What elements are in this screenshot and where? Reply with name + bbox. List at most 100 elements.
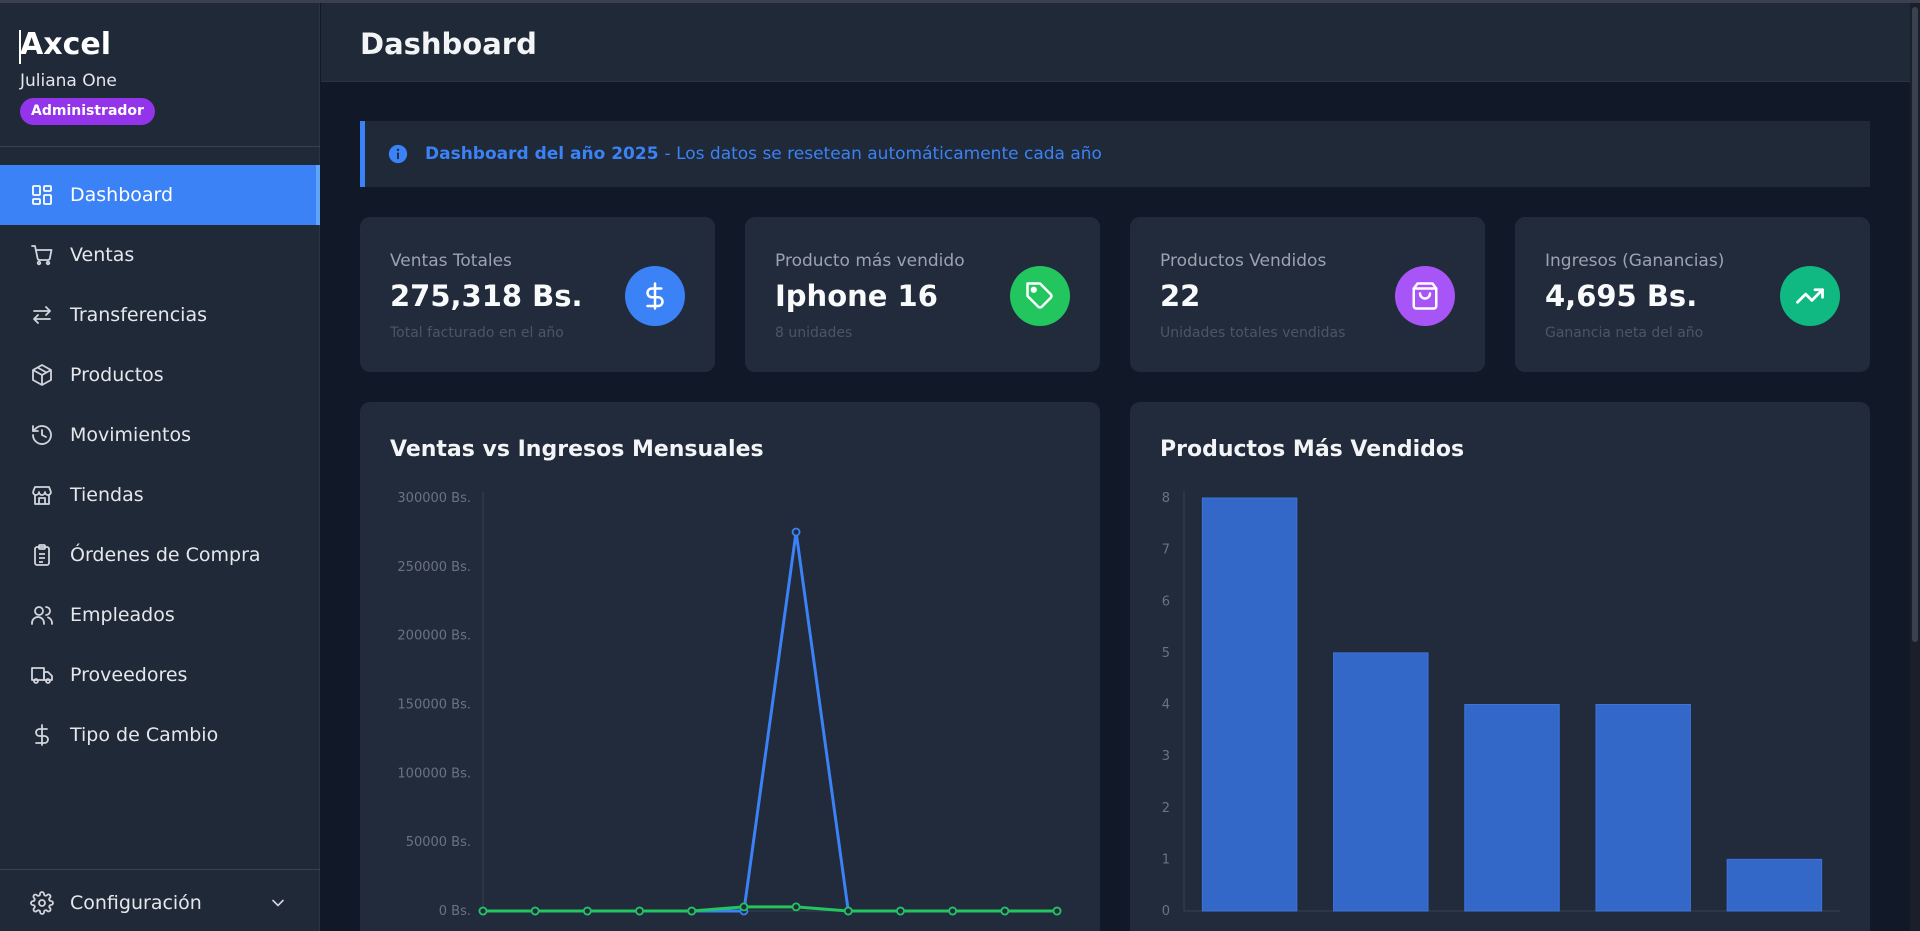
gear-icon — [30, 891, 54, 915]
sidebar-item-label: Órdenes de Compra — [70, 544, 261, 566]
sidebar-item-transferencias[interactable]: Transferencias — [0, 285, 320, 345]
y-tick-label: 1 — [1162, 852, 1170, 867]
grid-icon — [30, 183, 54, 207]
users-icon — [30, 603, 54, 627]
trending-up-icon — [1780, 266, 1840, 326]
sidebar-item-productos[interactable]: Productos — [0, 345, 320, 405]
y-tick-label: 50000 Bs. — [406, 835, 471, 850]
brand-logo-text: Axcel — [20, 27, 111, 62]
data-point — [530, 906, 540, 916]
stat-card-ingresos: Ingresos (Ganancias) 4,695 Bs. Ganancia … — [1515, 217, 1870, 372]
sidebar-item-label: Proveedores — [70, 664, 188, 686]
y-tick-label: 250000 Bs. — [397, 560, 471, 575]
info-banner: Dashboard del año 2025 - Los datos se re… — [360, 121, 1870, 187]
data-point — [896, 906, 905, 916]
banner-text: - Los datos se resetean automáticamente … — [664, 144, 1102, 164]
clipboard-icon — [30, 543, 54, 567]
stat-value: 22 — [1160, 279, 1201, 313]
stat-subtext: Unidades totales vendidas — [1160, 325, 1346, 341]
user-name: Juliana One — [20, 71, 117, 91]
data-point — [791, 902, 801, 912]
data-point — [1052, 906, 1062, 916]
bar — [1201, 497, 1298, 912]
stat-value: 4,695 Bs. — [1545, 279, 1698, 313]
sidebar-item-dashboard[interactable]: Dashboard — [0, 165, 320, 225]
y-tick-label: 0 Bs. — [439, 904, 471, 919]
chart-panel-productos-mas-vendidos: Productos Más Vendidos 876543210 — [1130, 402, 1870, 931]
y-tick-label: 200000 Bs. — [397, 629, 471, 644]
box-icon — [30, 363, 54, 387]
bar — [1333, 652, 1429, 912]
sidebar-item-label: Empleados — [70, 604, 175, 626]
y-tick-label: 3 — [1162, 749, 1170, 764]
sidebar-item-label: Tipo de Cambio — [70, 724, 219, 746]
stat-value: 275,318 Bs. — [390, 279, 583, 313]
sidebar-item-ordenes-de-compra[interactable]: Órdenes de Compra — [0, 525, 320, 585]
sidebar: Axcel Juliana One Administrador Dashboar… — [0, 3, 320, 931]
info-icon — [388, 144, 408, 164]
y-tick-label: 7 — [1162, 543, 1170, 558]
data-point — [739, 902, 749, 912]
truck-icon — [30, 663, 54, 687]
sidebar-item-tiendas[interactable]: Tiendas — [0, 465, 320, 525]
chart-panel-ventas-ingresos: Ventas vs Ingresos Mensuales 300000 Bs. 2… — [360, 402, 1100, 931]
y-tick-label: 4 — [1162, 698, 1170, 713]
sidebar-item-label: Ventas — [70, 244, 135, 266]
data-point — [687, 906, 697, 916]
arrows-swap-icon — [30, 303, 54, 327]
y-tick-label: 2 — [1162, 801, 1170, 816]
series-line-0 — [483, 530, 1057, 913]
data-point — [635, 906, 644, 916]
scrollbar-thumb[interactable] — [1912, 7, 1918, 642]
y-tick-label: 100000 Bs. — [397, 766, 471, 781]
sidebar-item-tipo-de-cambio[interactable]: Tipo de Cambio — [0, 705, 320, 765]
page-title: Dashboard — [360, 27, 537, 61]
divider — [0, 146, 320, 147]
bar-chart: 8 7 6 5 4 3 2 1 0 — [1162, 491, 1840, 919]
store-icon — [30, 483, 54, 507]
chevron-down-icon[interactable] — [268, 893, 288, 913]
divider — [0, 869, 320, 870]
sidebar-item-label: Movimientos — [70, 424, 192, 446]
y-tick-label: 0 — [1162, 904, 1170, 919]
sidebar-item-ventas[interactable]: Ventas — [0, 225, 320, 285]
stat-subtext: Total facturado en el año — [390, 325, 564, 341]
history-icon — [30, 423, 54, 447]
series-line-1 — [483, 905, 1057, 913]
shopping-bag-icon — [1395, 266, 1455, 326]
stat-label: Productos Vendidos — [1160, 251, 1327, 271]
data-point — [582, 906, 592, 916]
line-chart: 300000 Bs. 250000 Bs. 200000 Bs. 150000 Bs.… — [397, 491, 1062, 919]
sidebar-item-movimientos[interactable]: Movimientos — [0, 405, 320, 465]
stat-card-productos-vendidos: Productos Vendidos 22 Unidades totales v… — [1130, 217, 1485, 372]
stat-card-producto-mas-vendido: Producto más vendido Iphone 16 8 unidade… — [745, 217, 1100, 372]
role-badge: Administrador — [20, 98, 155, 125]
stat-label: Producto más vendido — [775, 251, 965, 271]
sidebar-item-configuracion[interactable]: Configuración — [0, 873, 320, 931]
stat-label: Ingresos (Ganancias) — [1545, 251, 1725, 271]
sidebar-nav: Dashboard Ventas Transferencias Producto… — [0, 165, 320, 765]
bar — [1595, 704, 1691, 912]
sidebar-item-empleados[interactable]: Empleados — [0, 585, 320, 645]
y-tick-label: 6 — [1162, 594, 1170, 609]
bar — [1464, 704, 1560, 912]
data-point — [1000, 906, 1010, 916]
sidebar-item-label: Transferencias — [70, 304, 207, 326]
y-tick-label: 150000 Bs. — [397, 698, 471, 713]
sidebar-item-label: Tiendas — [70, 484, 144, 506]
data-point — [843, 906, 853, 916]
dollar-icon — [30, 723, 54, 747]
banner-title: Dashboard del año 2025 — [425, 144, 659, 164]
top-header: Dashboard — [321, 3, 1910, 82]
y-tick-label: 300000 Bs. — [397, 491, 471, 506]
sidebar-item-label: Dashboard — [70, 184, 174, 206]
y-tick-label: 8 — [1162, 491, 1170, 506]
data-point — [478, 906, 488, 916]
tag-icon — [1010, 266, 1070, 326]
stat-subtext: 8 unidades — [775, 325, 853, 341]
vertical-scrollbar[interactable] — [1910, 3, 1920, 931]
cart-icon — [30, 243, 54, 267]
data-point — [791, 527, 801, 537]
dollar-icon — [625, 266, 685, 326]
sidebar-item-proveedores[interactable]: Proveedores — [0, 645, 320, 705]
